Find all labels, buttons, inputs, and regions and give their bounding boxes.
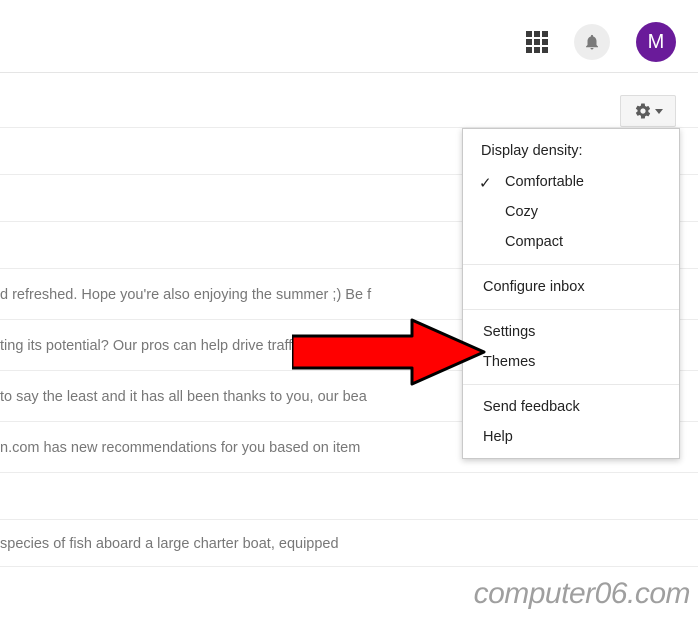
menu-item-label: Help xyxy=(483,429,513,445)
mail-snippet: d refreshed. Hope you're also enjoying t… xyxy=(0,287,371,303)
apps-grid-icon[interactable] xyxy=(526,31,548,53)
chevron-down-icon xyxy=(655,109,663,114)
account-avatar[interactable]: M xyxy=(636,22,676,62)
mail-snippet: ting its potential? Our pros can help dr… xyxy=(0,338,337,354)
header-separator xyxy=(0,72,698,73)
mail-row[interactable]: 10:13 am xyxy=(0,472,698,520)
menu-section-header: Display density: xyxy=(463,137,679,167)
menu-density-cozy[interactable]: Cozy xyxy=(463,197,679,227)
menu-item-label: Themes xyxy=(483,354,535,370)
menu-item-label: Send feedback xyxy=(483,399,580,415)
menu-item-label: Configure inbox xyxy=(483,279,585,295)
mail-row[interactable]: species of fish aboard a large charter b… xyxy=(0,519,698,567)
settings-gear-button[interactable] xyxy=(620,95,676,127)
menu-themes[interactable]: Themes xyxy=(463,347,679,377)
mail-snippet: to say the least and it has all been tha… xyxy=(0,389,367,405)
notifications-button[interactable] xyxy=(574,24,610,60)
settings-menu: Display density: ✓ Comfortable Cozy Comp… xyxy=(462,128,680,459)
menu-send-feedback[interactable]: Send feedback xyxy=(463,392,679,422)
gear-icon xyxy=(634,102,652,120)
menu-configure-inbox[interactable]: Configure inbox xyxy=(463,272,679,302)
menu-separator xyxy=(463,264,679,265)
header-actions: M xyxy=(526,22,676,62)
menu-item-label: Comfortable xyxy=(505,174,584,190)
menu-item-label: Cozy xyxy=(505,204,538,220)
bell-icon xyxy=(583,33,601,51)
menu-separator xyxy=(463,384,679,385)
check-icon: ✓ xyxy=(479,174,492,192)
menu-help[interactable]: Help xyxy=(463,422,679,452)
menu-item-label: Settings xyxy=(483,324,535,340)
menu-settings[interactable]: Settings xyxy=(463,317,679,347)
avatar-initial: M xyxy=(648,31,665,54)
menu-item-label: Compact xyxy=(505,234,563,250)
watermark: computer06.com xyxy=(474,577,690,611)
app-header: M xyxy=(0,0,698,72)
menu-separator xyxy=(463,309,679,310)
menu-density-compact[interactable]: Compact xyxy=(463,227,679,257)
menu-density-comfortable[interactable]: ✓ Comfortable xyxy=(463,167,679,197)
mail-snippet: species of fish aboard a large charter b… xyxy=(0,536,339,552)
mail-snippet: n.com has new recommendations for you ba… xyxy=(0,440,360,456)
